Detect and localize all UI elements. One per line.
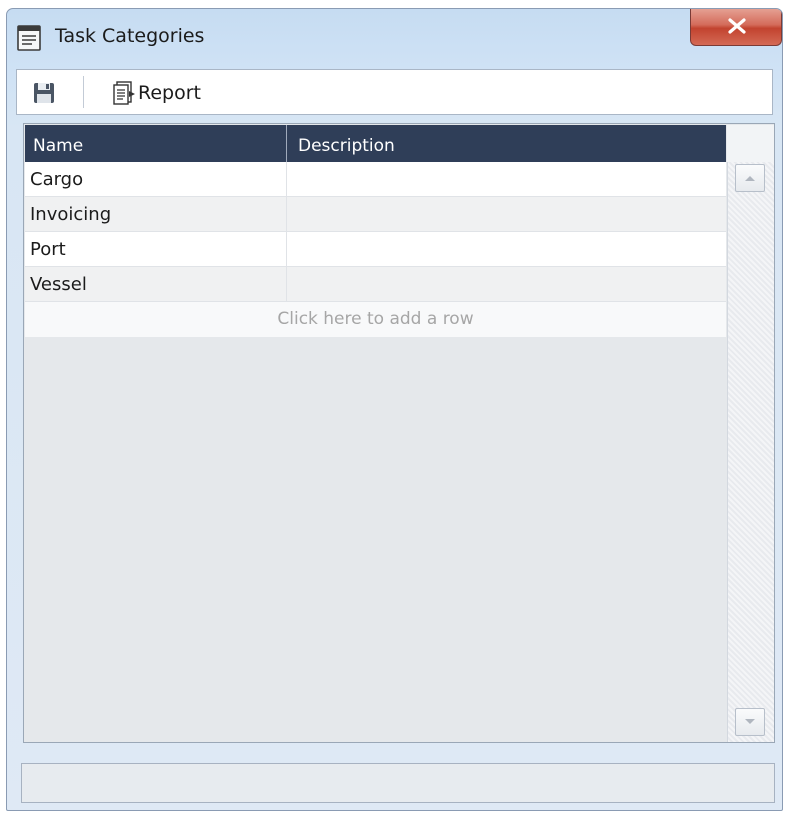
report-label: Report bbox=[138, 82, 201, 104]
vertical-scrollbar[interactable] bbox=[727, 162, 774, 742]
description-cell[interactable] bbox=[287, 162, 726, 196]
description-cell[interactable] bbox=[287, 267, 726, 301]
table-row[interactable]: Invoicing bbox=[25, 197, 726, 232]
description-cell[interactable] bbox=[287, 197, 726, 231]
toolbar-separator bbox=[83, 76, 84, 108]
name-cell[interactable]: Vessel bbox=[25, 267, 287, 301]
scroll-down-button[interactable] bbox=[735, 708, 765, 736]
table-row[interactable]: Cargo bbox=[25, 162, 726, 197]
chevron-down-icon bbox=[745, 719, 755, 724]
name-cell[interactable]: Cargo bbox=[25, 162, 287, 196]
column-header-name[interactable]: Name bbox=[25, 125, 287, 162]
grid-header: Name Description bbox=[25, 125, 726, 162]
grid-rows: Cargo Invoicing Port Vessel Click here t… bbox=[25, 162, 726, 337]
toolbar: Report bbox=[16, 69, 773, 115]
save-icon[interactable] bbox=[33, 82, 55, 104]
scrollbar-header-corner bbox=[727, 125, 774, 162]
column-header-description[interactable]: Description bbox=[287, 125, 726, 162]
scroll-up-button[interactable] bbox=[735, 164, 765, 192]
name-cell[interactable]: Port bbox=[25, 232, 287, 266]
close-button[interactable] bbox=[690, 9, 782, 46]
table-row[interactable]: Port bbox=[25, 232, 726, 267]
report-button[interactable]: Report bbox=[109, 80, 201, 106]
table-row[interactable]: Vessel bbox=[25, 267, 726, 302]
task-categories-window: Task Categories Report Name Description … bbox=[6, 8, 783, 811]
title-bar[interactable]: Task Categories bbox=[7, 9, 782, 69]
description-cell[interactable] bbox=[287, 232, 726, 266]
task-categories-grid: Name Description Cargo Invoicing Port Ve… bbox=[23, 123, 775, 743]
close-icon bbox=[728, 18, 746, 34]
status-bar bbox=[21, 763, 775, 803]
report-icon bbox=[113, 81, 135, 105]
name-cell[interactable]: Invoicing bbox=[25, 197, 287, 231]
window-title: Task Categories bbox=[55, 25, 205, 47]
add-row-button[interactable]: Click here to add a row bbox=[25, 302, 726, 337]
form-window-icon bbox=[17, 25, 41, 51]
chevron-up-icon bbox=[745, 176, 755, 181]
